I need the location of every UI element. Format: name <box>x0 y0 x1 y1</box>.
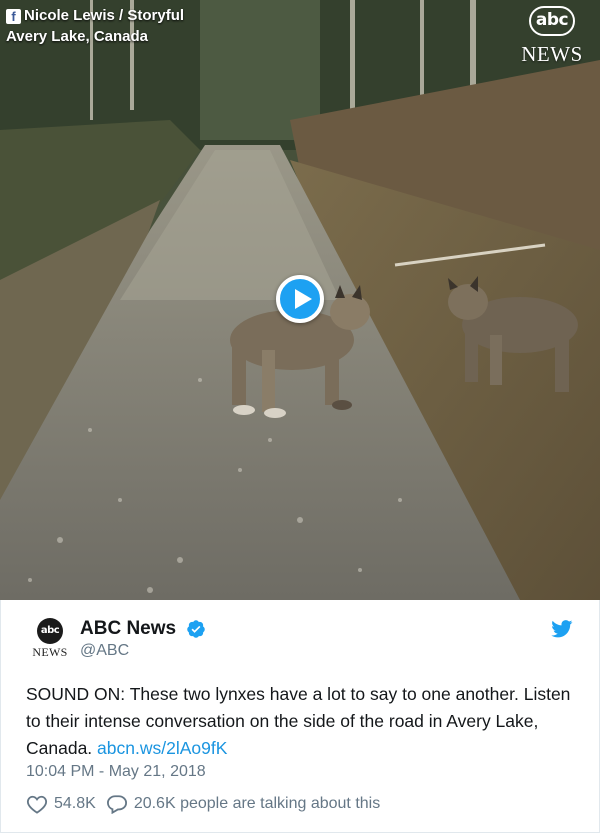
play-button[interactable] <box>276 275 324 323</box>
abc-news-logo: abc NEWS <box>512 6 592 67</box>
display-name[interactable]: ABC News <box>80 618 176 640</box>
credit-location: Avery Lake, Canada <box>6 28 149 45</box>
conversation-link[interactable]: 20.6K people are talking about this <box>134 795 380 813</box>
twitter-bird-icon[interactable] <box>551 620 573 638</box>
avatar[interactable]: abc NEWS <box>25 618 75 668</box>
avatar-mark: abc <box>37 618 63 644</box>
tweet-text: SOUND ON: These two lynxes have a lot to… <box>26 681 581 762</box>
tweet-card: abc NEWS ABC News @ABC SOUND ON: These t… <box>0 600 600 833</box>
like-count[interactable]: 54.8K <box>54 795 96 813</box>
heart-icon[interactable] <box>26 794 48 814</box>
user-handle[interactable]: @ABC <box>80 642 129 660</box>
video-credit: f Nicole Lewis / Storyful Avery Lake, Can… <box>6 5 184 47</box>
verified-badge-icon <box>187 620 205 638</box>
reply-bubble-icon[interactable] <box>106 794 128 814</box>
tweet-link[interactable]: abcn.ws/2lAo9fK <box>97 738 227 758</box>
credit-author: Nicole Lewis / Storyful <box>24 7 185 24</box>
abc-logo-news: NEWS <box>521 42 583 66</box>
facebook-icon: f <box>6 9 21 24</box>
abc-logo-mark: abc <box>529 6 575 36</box>
avatar-news: NEWS <box>32 645 68 659</box>
tweet-actions: 54.8K 20.6K people are talking about thi… <box>26 793 380 815</box>
tweet-timestamp[interactable]: 10:04 PM - May 21, 2018 <box>26 763 206 781</box>
video-player[interactable]: f Nicole Lewis / Storyful Avery Lake, Can… <box>0 0 600 600</box>
